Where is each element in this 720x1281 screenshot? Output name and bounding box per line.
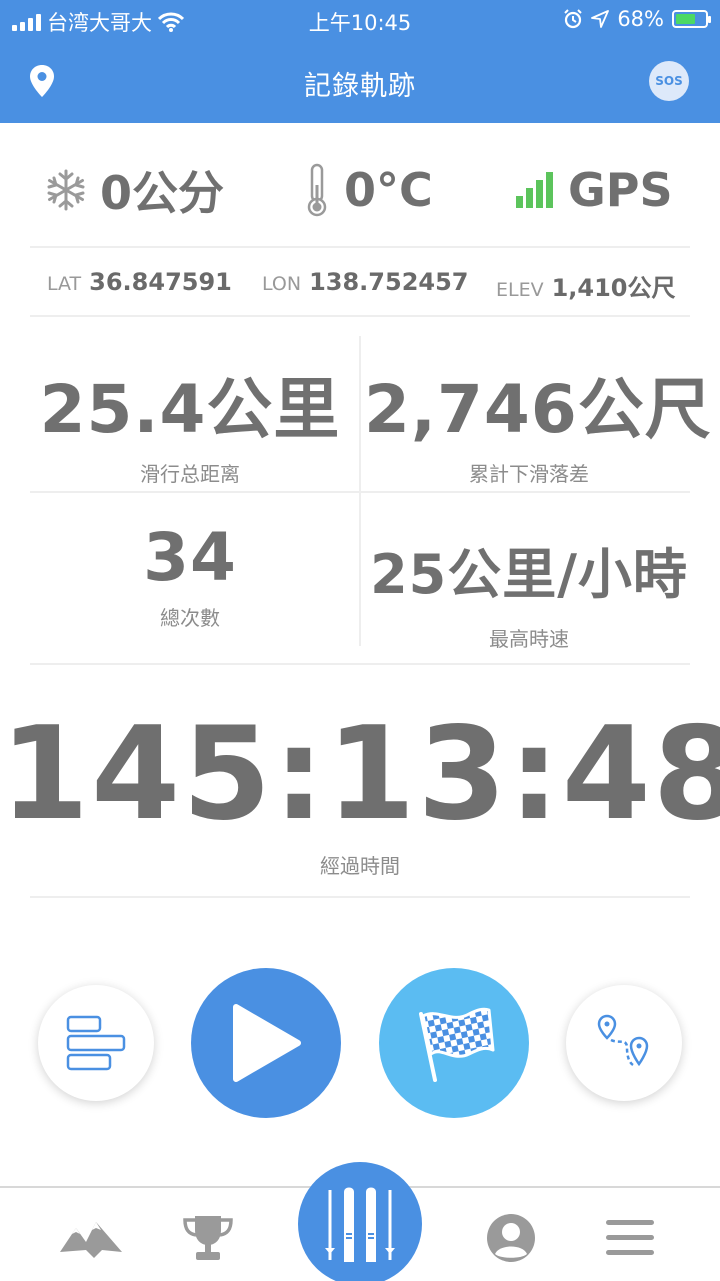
elapsed-time-label: 經過時間 <box>320 854 400 878</box>
tab-record[interactable] <box>298 1162 422 1281</box>
temperature-value: 0°C <box>344 163 433 217</box>
max-speed-label: 最高時速 <box>489 627 569 651</box>
vertical-drop-value: 2,746公尺 <box>364 371 712 448</box>
top-bar: 台湾大哥大 上午10:45 68% 記錄軌跡 SOS <box>0 0 720 123</box>
checkered-flag-icon <box>419 1007 495 1082</box>
tab-profile[interactable] <box>476 1208 546 1268</box>
elev-label: ELEV <box>496 279 544 301</box>
lon-label: LON <box>262 273 302 295</box>
skis-icon <box>325 1187 395 1262</box>
battery-percent: 68% <box>617 7 664 31</box>
page-title: 記錄軌跡 <box>304 71 416 102</box>
divider <box>30 246 690 248</box>
divider <box>30 315 690 317</box>
start-tracking-button[interactable] <box>191 968 341 1118</box>
route-button[interactable] <box>566 985 682 1101</box>
hamburger-menu-icon <box>606 1220 654 1255</box>
tab-resorts[interactable] <box>56 1208 126 1268</box>
user-avatar-icon <box>487 1214 535 1262</box>
battery-icon <box>672 10 711 28</box>
max-speed-stat: 25公里/小時 最高時速 <box>364 530 694 652</box>
snowflake-icon <box>47 169 85 211</box>
signal-bars-icon <box>516 172 553 208</box>
divider <box>30 896 690 898</box>
divider <box>30 491 690 493</box>
divider <box>30 663 690 665</box>
gps-status: GPS <box>514 150 673 230</box>
location-arrow-icon <box>591 10 610 28</box>
play-icon <box>233 1004 301 1082</box>
tab-menu[interactable] <box>595 1208 665 1268</box>
coordinates-row: LAT 36.847591 LON 138.752457 ELEV 1,410公… <box>0 262 720 306</box>
distance-label: 滑行总距离 <box>140 462 240 486</box>
tab-achievements[interactable] <box>173 1208 243 1268</box>
vertical-drop-label: 累計下滑落差 <box>469 462 589 486</box>
lat-value: 36.847591 <box>89 268 232 296</box>
snow-depth-value: 0公分 <box>100 166 225 220</box>
max-speed-value: 25公里/小時 <box>370 543 688 606</box>
longitude: LON 138.752457 <box>262 268 469 296</box>
distance-stat: 25.4公里 滑行总距离 <box>25 356 355 487</box>
route-pins-icon <box>597 1014 649 1068</box>
trophy-icon <box>183 1216 233 1260</box>
gps-label: GPS <box>568 163 673 217</box>
mountains-icon <box>60 1222 122 1258</box>
elev-value: 1,410公尺 <box>551 274 676 302</box>
lat-label: LAT <box>47 273 82 295</box>
elevation: ELEV 1,410公尺 <box>496 268 676 303</box>
snow-depth: 0公分 <box>44 150 224 230</box>
vertical-drop-stat: 2,746公尺 累計下滑落差 <box>364 356 712 487</box>
stats-list-button[interactable] <box>38 985 154 1101</box>
temperature: 0°C <box>302 150 433 230</box>
finish-button[interactable] <box>379 968 529 1118</box>
status-bar: 台湾大哥大 上午10:45 68% <box>0 0 720 40</box>
alarm-icon <box>564 9 583 29</box>
thermometer-icon <box>307 163 327 217</box>
conditions-row: 0公分 0°C GPS <box>0 150 720 230</box>
runs-stat: 34 總次數 <box>25 519 355 631</box>
elapsed-time: 145:13:48 經過時間 <box>0 700 720 879</box>
latitude: LAT 36.847591 <box>47 268 232 296</box>
sos-button[interactable]: SOS <box>649 61 689 101</box>
lon-value: 138.752457 <box>309 268 469 296</box>
elapsed-time-value: 145:13:48 <box>0 700 720 849</box>
distance-value: 25.4公里 <box>39 371 341 448</box>
runs-value: 34 <box>143 519 237 596</box>
app-header: 記錄軌跡 SOS <box>0 40 720 123</box>
bar-list-icon <box>66 1015 126 1071</box>
runs-label: 總次數 <box>160 606 220 630</box>
